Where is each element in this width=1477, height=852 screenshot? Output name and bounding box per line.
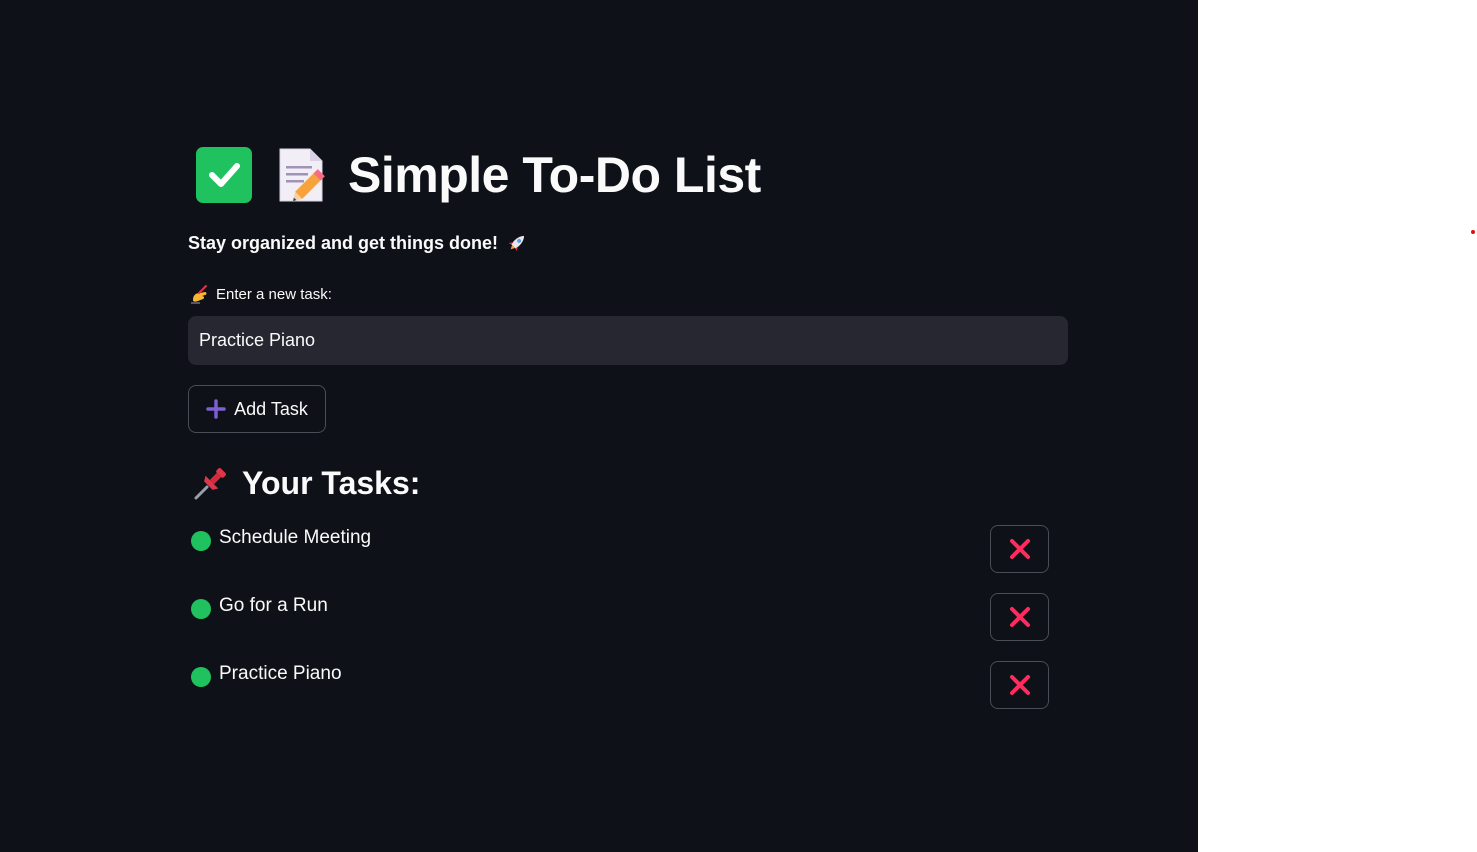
check-mark-button-icon: [196, 147, 252, 203]
delete-task-button[interactable]: [990, 525, 1049, 573]
add-task-button[interactable]: Add Task: [188, 385, 326, 433]
task-input[interactable]: [188, 316, 1068, 365]
page-title: Simple To-Do List: [348, 147, 761, 203]
right-blank-pane: [1198, 0, 1477, 852]
task-input-label-row: Enter a new task:: [190, 284, 332, 304]
task-text: Go for a Run: [219, 595, 328, 616]
page-title-row: Simple To-Do List: [196, 144, 761, 206]
red-dot-marker: [1471, 230, 1475, 234]
cross-mark-icon: [1009, 539, 1030, 559]
add-task-button-label: Add Task: [234, 398, 308, 419]
rocket-icon: [506, 232, 528, 254]
green-circle-icon: [191, 599, 211, 619]
memo-icon: [274, 146, 330, 204]
task-input-label: Enter a new task:: [216, 285, 332, 303]
tasks-heading: Your Tasks:: [242, 464, 421, 501]
delete-task-button[interactable]: [990, 593, 1049, 641]
task-row: Go for a Run: [190, 593, 1050, 641]
plus-icon: [206, 399, 226, 419]
subtitle-row: Stay organized and get things done!: [188, 232, 528, 254]
writing-hand-icon: [190, 284, 210, 304]
task-row: Practice Piano: [190, 661, 1050, 709]
pushpin-icon: [192, 464, 230, 502]
cross-mark-icon: [1009, 607, 1030, 627]
cross-mark-icon: [1009, 675, 1030, 695]
delete-task-button[interactable]: [990, 661, 1049, 709]
app-main: Simple To-Do List Stay organized and get…: [0, 0, 1198, 852]
task-text: Schedule Meeting: [219, 527, 372, 548]
tasks-heading-row: Your Tasks:: [192, 464, 420, 502]
page-subtitle: Stay organized and get things done!: [188, 232, 499, 253]
green-circle-icon: [191, 667, 211, 687]
task-row: Schedule Meeting: [190, 525, 1050, 573]
task-text: Practice Piano: [219, 663, 342, 684]
green-circle-icon: [191, 531, 211, 551]
